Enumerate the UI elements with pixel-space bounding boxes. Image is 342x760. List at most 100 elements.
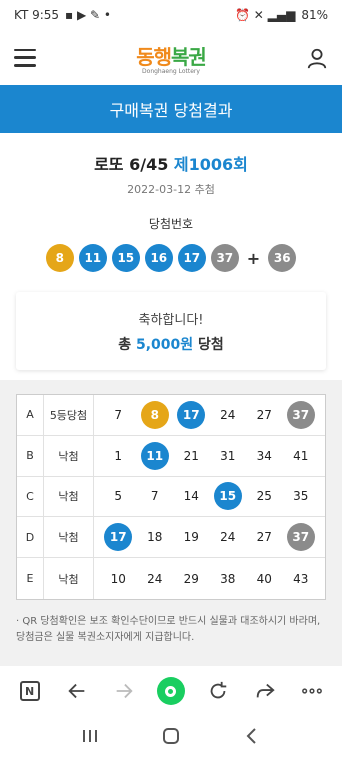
ticket-number: 34 (256, 448, 272, 463)
winning-ball: 17 (177, 244, 206, 272)
ticket-number: 19 (183, 530, 199, 545)
logo-subtitle: Donghaeng Lottery (142, 67, 200, 75)
naver-n-icon: N (19, 681, 40, 701)
ticket-row: D 낙첨 17 18 19 24 27 37 (17, 517, 325, 559)
draw-title: 로또 6/45 제1006회 (0, 151, 342, 175)
congrats-text: 축하합니다! (138, 312, 204, 328)
back-arrow-icon[interactable] (63, 677, 91, 705)
notification-icons: ▪ ▶ ✎ • (65, 8, 111, 22)
ticket-number: 17 (177, 400, 206, 429)
home-icon[interactable] (161, 726, 181, 750)
ticket-row: C 낙첨 5 7 14 15 25 35 (17, 476, 325, 518)
ticket-number: 15 (213, 482, 242, 511)
ticket-numbers: 10 24 29 38 40 43 (94, 565, 325, 593)
ticket-number: 24 (147, 571, 163, 586)
winning-numbers: 8 11 15 16 17 37 + 36 (0, 244, 342, 272)
ticket-row: E 낙첨 10 24 29 38 40 43 (17, 558, 325, 599)
winning-ball: 15 (111, 244, 140, 272)
recent-apps-icon[interactable] (80, 727, 100, 749)
more-options-icon[interactable] (298, 677, 326, 705)
ticket-number: 43 (293, 571, 309, 586)
ticket-number: 37 (286, 523, 315, 552)
ticket-number: 27 (256, 407, 272, 422)
hamburger-menu-icon[interactable] (14, 48, 36, 67)
bonus-ball: 36 (268, 244, 297, 272)
back-nav-icon[interactable] (242, 726, 262, 750)
ticket-number: 27 (256, 530, 272, 545)
winning-numbers-label: 당첨번호 (148, 217, 194, 231)
naver-home-button[interactable]: N (16, 677, 44, 705)
game-letter: E (17, 558, 44, 599)
game-status: 5등당첨 (44, 395, 94, 435)
share-icon[interactable] (251, 677, 279, 705)
ticket-numbers: 5 7 14 15 25 35 (94, 482, 325, 511)
draw-round: 제1006회 (173, 155, 248, 174)
ticket-number: 24 (220, 530, 236, 545)
win-amount: 5,000원 (135, 336, 194, 353)
draw-date: 2022-03-12 추첨 (127, 183, 215, 196)
game-name: 로또 6/45 (94, 155, 169, 174)
ticket-number: 17 (104, 523, 133, 552)
ticket-number: 21 (183, 448, 199, 463)
system-icons: ⏰ ✕ ▂▄▆ (235, 8, 296, 22)
ticket-number: 8 (140, 400, 169, 429)
forward-arrow-icon[interactable] (110, 677, 138, 705)
win-prefix: 총 (118, 336, 132, 353)
ticket-number: 7 (114, 407, 123, 422)
ticket-row: A 5등당첨 7 8 17 24 27 37 (17, 395, 325, 436)
battery-level: 81% (301, 8, 328, 22)
game-letter: D (17, 517, 44, 558)
ticket-row: B 낙첨 1 11 21 31 34 41 (17, 435, 325, 477)
game-status: 낙첨 (44, 558, 94, 599)
ticket-number: 29 (183, 571, 199, 586)
win-summary: 총 5,000원 당첨 (118, 334, 224, 354)
ticket-numbers: 1 11 21 31 34 41 (94, 441, 325, 470)
ticket-number: 38 (220, 571, 236, 586)
app-header: 동행복권 Donghaeng Lottery (0, 30, 342, 85)
game-status: 낙첨 (44, 517, 94, 558)
ticket-number: 25 (256, 489, 272, 504)
result-card: 축하합니다! 총 5,000원 당첨 (16, 292, 326, 370)
ticket-number: 40 (256, 571, 272, 586)
logo-text-a: 동행 (136, 44, 172, 69)
game-letter: B (17, 435, 44, 476)
refresh-icon[interactable] (204, 677, 232, 705)
game-letter: C (17, 476, 44, 517)
logo-text-b: 복권 (171, 44, 207, 69)
ticket-number: 24 (220, 407, 236, 422)
green-dot-button[interactable] (156, 677, 185, 705)
draw-info: 로또 6/45 제1006회 2022-03-12 추첨 당첨번호 8 11 1… (0, 133, 342, 272)
ticket-number: 14 (183, 489, 199, 504)
game-letter: A (17, 395, 44, 435)
ticket-number: 5 (114, 489, 123, 504)
ticket-number: 37 (286, 400, 315, 429)
lottery-logo[interactable]: 동행복권 Donghaeng Lottery (136, 41, 207, 75)
ticket-number: 1 (114, 448, 123, 463)
page-banner: 구매복권 당첨결과 (0, 85, 342, 133)
ticket-number: 11 (140, 441, 169, 470)
winning-ball: 8 (45, 244, 74, 272)
user-profile-icon[interactable] (306, 47, 328, 69)
game-status: 낙첨 (44, 476, 94, 517)
ticket-number: 18 (147, 530, 163, 545)
green-circle-icon (156, 677, 185, 705)
notice-text: · QR 당첨확인은 보조 확인수단이므로 반드시 실물과 대조하시기 바라며,… (16, 616, 321, 643)
winning-ball: 16 (144, 244, 173, 272)
android-nav-bar (0, 716, 342, 760)
ticket-table: A 5등당첨 7 8 17 24 27 37 B 낙첨 1 11 21 31 34 41 C 낙첨 5 7 14 15 25… (16, 394, 326, 600)
status-time: KT 9:55 (14, 8, 60, 22)
banner-title: 구매복권 당첨결과 (109, 101, 233, 120)
winning-ball: 37 (210, 244, 239, 272)
game-status: 낙첨 (44, 435, 94, 476)
ticket-number: 31 (220, 448, 236, 463)
plus-sign: + (246, 248, 261, 268)
status-bar: KT 9:55 ▪ ▶ ✎ • ⏰ ✕ ▂▄▆ 81% (0, 0, 342, 30)
ticket-number: 7 (150, 489, 159, 504)
browser-toolbar: N (0, 666, 342, 716)
ticket-number: 35 (293, 489, 309, 504)
winning-ball: 11 (78, 244, 107, 272)
win-suffix: 당첨 (198, 336, 224, 353)
ticket-numbers: 17 18 19 24 27 37 (94, 523, 325, 552)
ticket-numbers: 7 8 17 24 27 37 (94, 400, 325, 429)
ticket-number: 10 (110, 571, 126, 586)
